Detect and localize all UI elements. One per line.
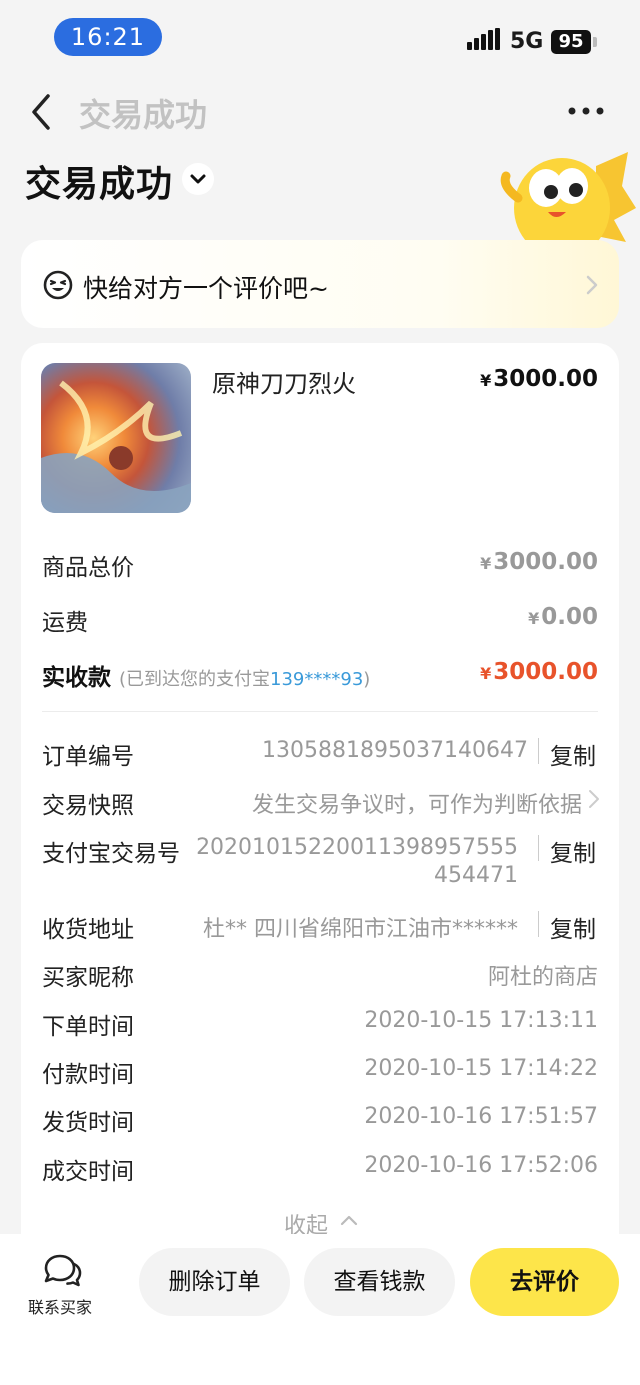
status-time: 16:21 <box>54 18 162 56</box>
paid-note: (已到达您的支付宝139****93) <box>119 669 370 690</box>
pay-time-value: 2020-10-15 17:14:22 <box>364 1056 598 1081</box>
copy-address-button[interactable]: 复制 <box>550 910 596 944</box>
address-value: 杜** 四川省绵阳市江油市****** <box>203 917 518 942</box>
network-label: 5G <box>510 29 544 54</box>
separator <box>538 738 539 764</box>
signal-icon <box>467 28 500 50</box>
alipay-trade-number-line2: 454471 <box>434 863 518 888</box>
order-number-label: 订单编号 <box>42 744 134 770</box>
total-price-label: 商品总价 <box>42 555 134 581</box>
alipay-trade-number-label: 支付宝交易号 <box>42 841 180 867</box>
chevron-right-icon <box>586 275 598 295</box>
total-price-value: ¥3000.00 <box>480 549 598 575</box>
nav-bar: 交易成功 <box>0 84 640 144</box>
copy-alipay-number-button[interactable]: 复制 <box>550 834 596 868</box>
paid-amount-label: 实收款 (已到达您的支付宝139****93) <box>42 658 370 692</box>
delete-order-button[interactable]: 删除订单 <box>139 1248 290 1316</box>
order-time-label: 下单时间 <box>42 1014 134 1040</box>
chat-bubbles-icon[interactable] <box>42 1253 82 1287</box>
nav-title: 交易成功 <box>79 96 208 134</box>
product-image <box>41 380 191 513</box>
ship-time-label: 发货时间 <box>42 1110 134 1136</box>
separator <box>538 835 539 861</box>
paid-note-prefix: (已到达您的支付宝 <box>119 669 271 690</box>
write-review-button[interactable]: 去评价 <box>470 1248 619 1316</box>
separator <box>538 911 539 937</box>
divider <box>42 711 598 712</box>
paid-note-suffix: ) <box>363 669 371 690</box>
alipay-account: 139****93 <box>270 669 364 690</box>
chevron-down-icon <box>190 174 206 184</box>
buyer-nickname-value: 阿杜的商店 <box>487 965 598 990</box>
copy-order-number-button[interactable]: 复制 <box>550 737 596 771</box>
review-prompt-banner[interactable]: 快给对方一个评价吧~ <box>21 240 619 328</box>
currency-symbol: ¥ <box>480 664 492 683</box>
product-price-value: 3000.00 <box>493 366 598 392</box>
battery-tip <box>593 37 597 47</box>
currency-symbol: ¥ <box>480 554 492 573</box>
shipping-label: 运费 <box>42 610 88 636</box>
title-dropdown-button[interactable] <box>182 163 214 195</box>
deal-time-value: 2020-10-16 17:52:06 <box>364 1153 598 1178</box>
product-thumbnail[interactable] <box>41 363 191 513</box>
shipping-value: ¥0.00 <box>528 604 598 630</box>
buyer-nickname-label: 买家昵称 <box>42 965 134 991</box>
product-price: ¥3000.00 <box>480 366 598 392</box>
paid-amount: 3000.00 <box>493 659 598 685</box>
battery-icon: 95 <box>551 30 591 54</box>
snapshot-label: 交易快照 <box>42 793 134 819</box>
order-time-value: 2020-10-15 17:13:11 <box>364 1008 598 1033</box>
view-money-button[interactable]: 查看钱款 <box>304 1248 455 1316</box>
chevron-right-icon <box>589 790 599 808</box>
review-prompt-text: 快给对方一个评价吧~ <box>83 274 329 303</box>
status-bar: 16:21 5G 95 <box>0 0 640 76</box>
more-icon[interactable] <box>566 104 606 118</box>
paid-amount-value: ¥3000.00 <box>480 659 598 685</box>
pay-time-label: 付款时间 <box>42 1062 134 1088</box>
contact-buyer-label[interactable]: 联系买家 <box>28 1294 92 1318</box>
order-number-value: 1305881895037140647 <box>262 738 528 763</box>
product-name[interactable]: 原神刀刀烈火 <box>212 364 356 399</box>
currency-symbol: ¥ <box>528 609 540 628</box>
smile-face-icon <box>43 270 73 300</box>
alipay-trade-number-line1: 20201015220011398957555 <box>196 835 518 860</box>
page-title: 交易成功 <box>25 164 174 205</box>
shipping-amount: 0.00 <box>541 604 598 630</box>
back-arrow-icon[interactable] <box>26 92 56 132</box>
address-label: 收货地址 <box>42 917 134 943</box>
deal-time-label: 成交时间 <box>42 1159 134 1185</box>
paid-label-text: 实收款 <box>42 665 111 691</box>
total-price-amount: 3000.00 <box>493 549 598 575</box>
ship-time-value: 2020-10-16 17:51:57 <box>364 1104 598 1129</box>
chevron-up-icon <box>340 1215 358 1226</box>
currency-symbol: ¥ <box>480 371 492 390</box>
snapshot-value[interactable]: 发生交易争议时，可作为判断依据 <box>252 787 582 819</box>
